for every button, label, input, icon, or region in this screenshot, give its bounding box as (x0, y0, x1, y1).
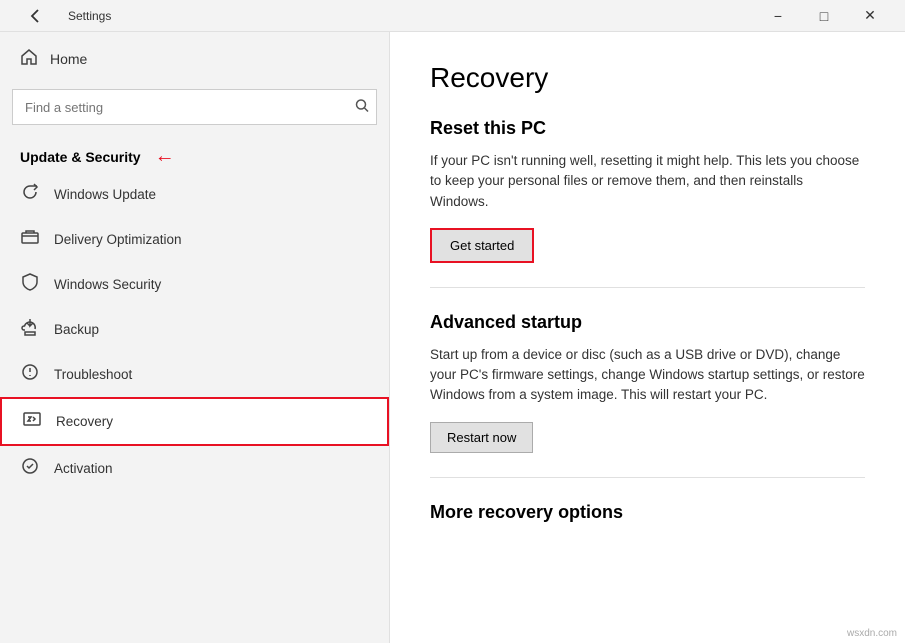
sidebar-item-activation[interactable]: Activation (0, 446, 389, 491)
sidebar-label-windows-update: Windows Update (54, 187, 156, 202)
sidebar-item-backup[interactable]: Backup (0, 307, 389, 352)
sidebar-item-windows-update[interactable]: Windows Update (0, 172, 389, 217)
home-label: Home (50, 51, 87, 67)
search-button[interactable] (355, 99, 369, 116)
sidebar-label-activation: Activation (54, 461, 113, 476)
sidebar-item-recovery[interactable]: Recovery (0, 397, 389, 446)
search-icon (355, 99, 369, 113)
sidebar-item-windows-security[interactable]: Windows Security (0, 262, 389, 307)
content-panel: Recovery Reset this PC If your PC isn't … (390, 32, 905, 643)
more-recovery-section: More recovery options (430, 502, 865, 523)
delivery-icon (20, 228, 40, 251)
reset-section: Reset this PC If your PC isn't running w… (430, 118, 865, 263)
close-button[interactable]: ✕ (847, 0, 893, 32)
title-bar-left: Settings (12, 0, 755, 32)
sidebar-item-troubleshoot[interactable]: Troubleshoot (0, 352, 389, 397)
advanced-startup-heading: Advanced startup (430, 312, 865, 333)
home-icon (20, 48, 38, 69)
minimize-button[interactable]: − (755, 0, 801, 32)
advanced-startup-section: Advanced startup Start up from a device … (430, 312, 865, 453)
activation-icon (20, 457, 40, 480)
advanced-startup-description: Start up from a device or disc (such as … (430, 345, 865, 406)
maximize-button[interactable]: □ (801, 0, 847, 32)
section-divider-2 (430, 477, 865, 478)
get-started-button[interactable]: Get started (430, 228, 534, 263)
restart-now-button[interactable]: Restart now (430, 422, 533, 453)
back-icon (26, 7, 44, 25)
reset-heading: Reset this PC (430, 118, 865, 139)
watermark: wsxdn.com (847, 628, 897, 639)
sidebar-label-windows-security: Windows Security (54, 277, 161, 292)
sidebar-item-home[interactable]: Home (0, 32, 389, 85)
search-container (12, 89, 377, 125)
recovery-icon (22, 410, 42, 433)
main-container: Home Update & Security ← (0, 32, 905, 643)
page-title: Recovery (430, 62, 865, 94)
sidebar-label-backup: Backup (54, 322, 99, 337)
reset-description: If your PC isn't running well, resetting… (430, 151, 865, 212)
section-divider-1 (430, 287, 865, 288)
title-bar: Settings − □ ✕ (0, 0, 905, 32)
sidebar-label-troubleshoot: Troubleshoot (54, 367, 132, 382)
backup-icon (20, 318, 40, 341)
arrow-indicator: ← (155, 145, 175, 168)
app-title: Settings (68, 9, 111, 23)
sidebar-label-delivery-optimization: Delivery Optimization (54, 232, 182, 247)
troubleshoot-icon (20, 363, 40, 386)
sidebar-label-recovery: Recovery (56, 414, 113, 429)
window-controls: − □ ✕ (755, 0, 893, 32)
security-icon (20, 273, 40, 296)
back-button[interactable] (12, 0, 58, 32)
more-recovery-heading: More recovery options (430, 502, 865, 523)
section-title: Update & Security ← (0, 137, 389, 172)
sidebar-item-delivery-optimization[interactable]: Delivery Optimization (0, 217, 389, 262)
sidebar: Home Update & Security ← (0, 32, 390, 643)
search-input[interactable] (12, 89, 377, 125)
update-icon (20, 183, 40, 206)
